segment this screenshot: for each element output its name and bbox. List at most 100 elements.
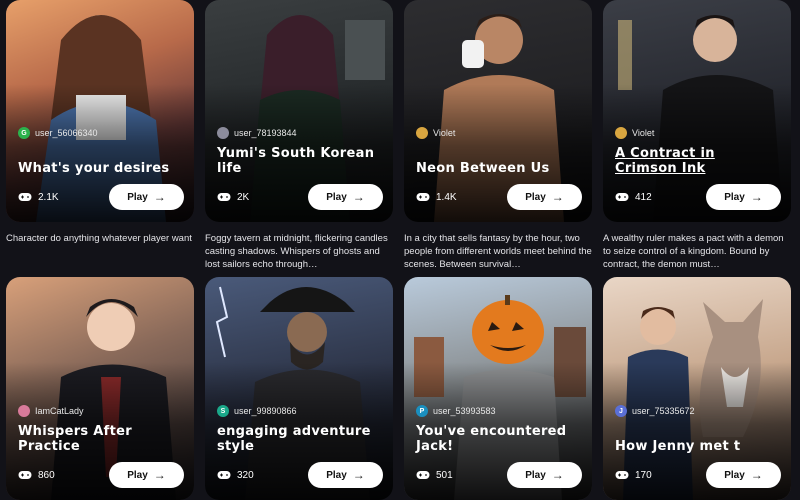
avatar — [217, 127, 229, 139]
play-button-label: Play — [326, 469, 347, 481]
character-card[interactable]: P user_53993583 You've encountered Jack!… — [404, 277, 592, 500]
play-button-label: Play — [326, 191, 347, 203]
card-meta: P user_53993583 You've encountered Jack!… — [416, 405, 582, 488]
play-button-label: Play — [525, 191, 546, 203]
card-meta: user_78193844 Yumi's South Korean life 2… — [217, 127, 383, 210]
card-description: Character do anything whatever player wa… — [6, 233, 192, 244]
card-title: A Contract in Crimson Ink — [615, 146, 715, 176]
play-button[interactable]: Play → — [308, 462, 383, 488]
card-description: Foggy tavern at midnight, flickering can… — [205, 233, 388, 270]
play-count-value: 501 — [436, 469, 453, 481]
gamepad-icon — [217, 192, 231, 202]
card-title: Yumi's South Korean life — [217, 146, 375, 176]
avatar: G — [18, 127, 30, 139]
play-count: 860 — [18, 470, 55, 481]
play-count-value: 412 — [635, 191, 652, 203]
avatar — [18, 405, 30, 417]
character-card[interactable]: Violet Neon Between Us 1.4K Play → — [404, 0, 592, 222]
play-count: 170 — [615, 470, 652, 481]
play-count-value: 170 — [635, 469, 652, 481]
play-count-value: 320 — [237, 469, 254, 481]
creator-name: user_53993583 — [433, 406, 496, 416]
card-meta: Violet A Contract in Crimson Ink 412 Pla… — [615, 127, 781, 210]
creator-name: Violet — [632, 128, 655, 138]
avatar: S — [217, 405, 229, 417]
avatar — [416, 127, 428, 139]
card-meta: Violet Neon Between Us 1.4K Play → — [416, 127, 582, 210]
card-meta: S user_99890866 engaging adventure style… — [217, 405, 383, 488]
play-button-label: Play — [724, 469, 745, 481]
play-count: 1.4K — [416, 192, 457, 203]
play-count: 501 — [416, 470, 453, 481]
play-count: 320 — [217, 470, 254, 481]
card-meta: G user_56066340 What's your desires 2.1K… — [18, 127, 184, 210]
gamepad-icon — [416, 192, 430, 202]
character-card[interactable]: IamCatLady Whispers After Practice 860 P… — [6, 277, 194, 500]
character-card[interactable]: J user_75335672 How Jenny met t 170 Play… — [603, 277, 791, 500]
arrow-right-icon: → — [153, 190, 166, 204]
creator-name: Violet — [433, 128, 456, 138]
play-button[interactable]: Play → — [706, 462, 781, 488]
play-count: 412 — [615, 192, 652, 203]
card-meta: IamCatLady Whispers After Practice 860 P… — [18, 405, 184, 488]
play-button[interactable]: Play → — [109, 462, 184, 488]
creator[interactable]: J user_75335672 — [615, 405, 781, 417]
character-card[interactable]: Violet A Contract in Crimson Ink 412 Pla… — [603, 0, 791, 222]
play-count-value: 2.1K — [38, 191, 59, 203]
creator[interactable]: IamCatLady — [18, 405, 184, 417]
card-title: engaging adventure style — [217, 424, 371, 454]
character-card[interactable]: G user_56066340 What's your desires 2.1K… — [6, 0, 194, 222]
gamepad-icon — [416, 470, 430, 480]
character-card[interactable]: user_78193844 Yumi's South Korean life 2… — [205, 0, 393, 222]
creator-name: user_99890866 — [234, 406, 297, 416]
avatar — [615, 127, 627, 139]
play-count: 2.1K — [18, 192, 59, 203]
creator[interactable]: user_78193844 — [217, 127, 383, 139]
card-title: How Jenny met t — [615, 439, 741, 454]
character-card[interactable]: S user_99890866 engaging adventure style… — [205, 277, 393, 500]
creator-name: user_56066340 — [35, 128, 98, 138]
arrow-right-icon: → — [153, 468, 166, 482]
arrow-right-icon: → — [551, 190, 564, 204]
card-title: What's your desires — [18, 161, 170, 176]
creator[interactable]: P user_53993583 — [416, 405, 582, 417]
play-button-label: Play — [724, 191, 745, 203]
creator-name: user_78193844 — [234, 128, 297, 138]
creator[interactable]: Violet — [615, 127, 781, 139]
play-count-value: 2K — [237, 191, 250, 203]
avatar: P — [416, 405, 428, 417]
creator[interactable]: S user_99890866 — [217, 405, 383, 417]
play-count: 2K — [217, 192, 249, 203]
gamepad-icon — [217, 470, 231, 480]
play-button-label: Play — [127, 469, 148, 481]
card-title: Neon Between Us — [416, 161, 550, 176]
play-count-value: 1.4K — [436, 191, 457, 203]
card-description: A wealthy ruler makes a pact with a demo… — [603, 233, 784, 270]
card-title: You've encountered Jack! — [416, 424, 567, 454]
card-meta: J user_75335672 How Jenny met t 170 Play… — [615, 405, 781, 488]
play-button[interactable]: Play → — [308, 184, 383, 210]
play-button[interactable]: Play → — [507, 184, 582, 210]
creator-name: user_75335672 — [632, 406, 695, 416]
arrow-right-icon: → — [352, 190, 365, 204]
gamepad-icon — [18, 470, 32, 480]
creator[interactable]: Violet — [416, 127, 582, 139]
card-title: Whispers After Practice — [18, 424, 132, 454]
creator[interactable]: G user_56066340 — [18, 127, 184, 139]
arrow-right-icon: → — [352, 468, 365, 482]
play-button[interactable]: Play → — [706, 184, 781, 210]
play-count-value: 860 — [38, 469, 55, 481]
arrow-right-icon: → — [551, 468, 564, 482]
play-button[interactable]: Play → — [109, 184, 184, 210]
card-description: In a city that sells fantasy by the hour… — [404, 233, 592, 270]
gamepad-icon — [18, 192, 32, 202]
avatar: J — [615, 405, 627, 417]
gamepad-icon — [615, 470, 629, 480]
arrow-right-icon: → — [750, 468, 763, 482]
gamepad-icon — [615, 192, 629, 202]
creator-name: IamCatLady — [35, 406, 84, 416]
play-button[interactable]: Play → — [507, 462, 582, 488]
play-button-label: Play — [525, 469, 546, 481]
play-button-label: Play — [127, 191, 148, 203]
arrow-right-icon: → — [750, 190, 763, 204]
